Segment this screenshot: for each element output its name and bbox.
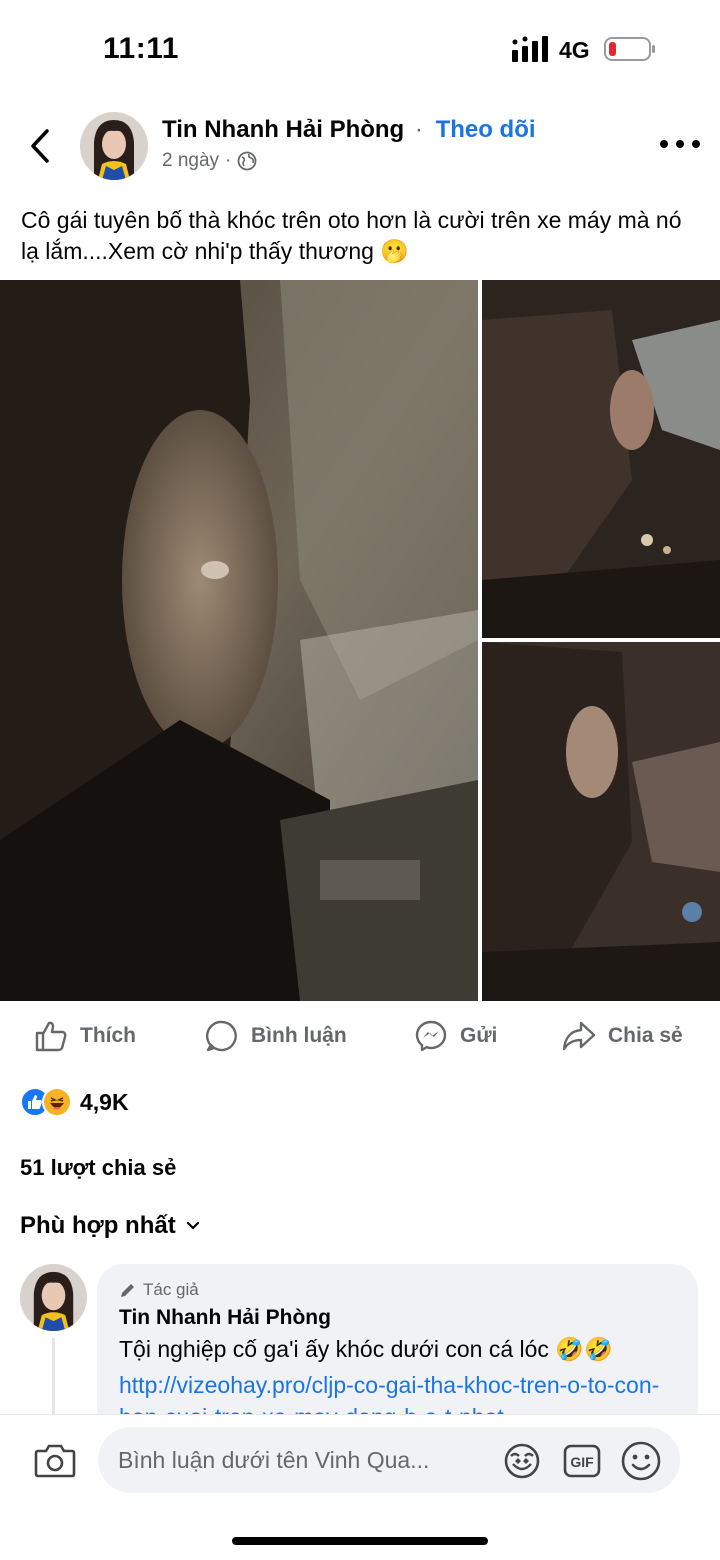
author-separator: ·: [414, 116, 423, 143]
home-indicator: [232, 1537, 488, 1545]
dot-icon: [676, 140, 684, 148]
emoji-icon[interactable]: [620, 1440, 662, 1482]
network-type: 4G: [559, 37, 590, 63]
reaction-count: 4,9K: [80, 1088, 129, 1115]
like-label: Thích: [80, 1024, 136, 1047]
share-button[interactable]: Chia sẻ: [562, 1010, 683, 1062]
author-line: Tin Nhanh Hải Phòng · Theo dõi: [162, 116, 536, 144]
chevron-down-icon: [186, 1221, 199, 1230]
reactions-summary[interactable]: 4,9K: [20, 1084, 129, 1120]
comment-avatar[interactable]: [20, 1264, 87, 1331]
comment-sort-label: Phù hợp nhất: [20, 1212, 176, 1239]
follow-button[interactable]: Theo dõi: [436, 116, 536, 143]
post-time: 2 ngày: [162, 150, 220, 171]
haha-reaction-icon: [42, 1087, 72, 1117]
battery-icon: [604, 37, 655, 61]
dot-icon: [692, 140, 700, 148]
thumbs-up-icon: [35, 1021, 67, 1052]
gif-icon[interactable]: GIF: [562, 1441, 602, 1481]
post-header: Tin Nhanh Hải Phòng · Theo dõi 2 ngày ·: [0, 104, 720, 194]
photo-image: [482, 642, 720, 1001]
avatar-photo: [80, 112, 148, 180]
author-badge: Tác giả: [119, 1280, 199, 1300]
comment-text: Tội nghiệp cố ga'i ấy khóc dưới con cá l…: [119, 1336, 613, 1362]
chevron-left-icon: [31, 129, 49, 163]
svg-text:GIF: GIF: [570, 1454, 594, 1470]
comment-input-placeholder: Bình luận dưới tên Vinh Qua...: [118, 1447, 430, 1473]
pen-icon: [121, 1284, 134, 1297]
status-time: 11:11: [103, 32, 179, 65]
photo-image: [482, 280, 720, 638]
send-label: Gửi: [460, 1024, 498, 1047]
dot-icon: [660, 140, 668, 148]
comment-label: Bình luận: [251, 1024, 347, 1047]
post-actions: Thích Bình luận Gửi Chia sẻ: [0, 1010, 720, 1062]
like-button[interactable]: Thích: [34, 1010, 136, 1062]
post-photo-top[interactable]: [482, 280, 720, 638]
comment-composer: Bình luận dưới tên Vinh Qua... GIF: [0, 1414, 720, 1560]
author-name[interactable]: Tin Nhanh Hải Phòng: [162, 116, 404, 143]
photo-grid: [0, 280, 720, 1001]
share-icon: [562, 1021, 596, 1051]
comment-author[interactable]: Tin Nhanh Hải Phòng: [119, 1306, 331, 1330]
comment-input[interactable]: Bình luận dưới tên Vinh Qua... GIF: [98, 1427, 680, 1493]
more-options-button[interactable]: [660, 132, 700, 156]
post-caption: Cô gái tuyên bố thà khóc trên oto hơn là…: [21, 207, 682, 264]
photo-image: [0, 280, 478, 1001]
status-bar: 11:11 4G: [0, 0, 720, 100]
author-avatar[interactable]: [80, 112, 148, 180]
send-button[interactable]: Gửi: [414, 1010, 497, 1062]
sticker-icon[interactable]: [502, 1441, 542, 1481]
avatar-photo: [20, 1264, 87, 1331]
post-photo-main[interactable]: [0, 280, 478, 1001]
share-label: Chia sẻ: [608, 1024, 683, 1047]
messenger-icon: [415, 1020, 447, 1052]
author-badge-label: Tác giả: [143, 1280, 199, 1299]
meta-separator: ·: [225, 150, 232, 171]
signal-icon: [512, 36, 548, 62]
comment-bubble[interactable]: Tác giả Tin Nhanh Hải Phòng Tội nghiệp c…: [97, 1264, 698, 1434]
post-meta: 2 ngày ·: [162, 150, 257, 172]
globe-icon: [237, 151, 257, 171]
comment-button[interactable]: Bình luận: [205, 1010, 347, 1062]
share-count[interactable]: 51 lượt chia sẻ: [20, 1155, 176, 1181]
comment-icon: [206, 1020, 237, 1052]
comment-sort-dropdown[interactable]: Phù hợp nhất: [20, 1212, 200, 1240]
camera-icon[interactable]: [34, 1441, 76, 1479]
thread-line: [52, 1338, 55, 1418]
back-button[interactable]: [24, 124, 56, 168]
post-photo-bottom[interactable]: [482, 642, 720, 1001]
